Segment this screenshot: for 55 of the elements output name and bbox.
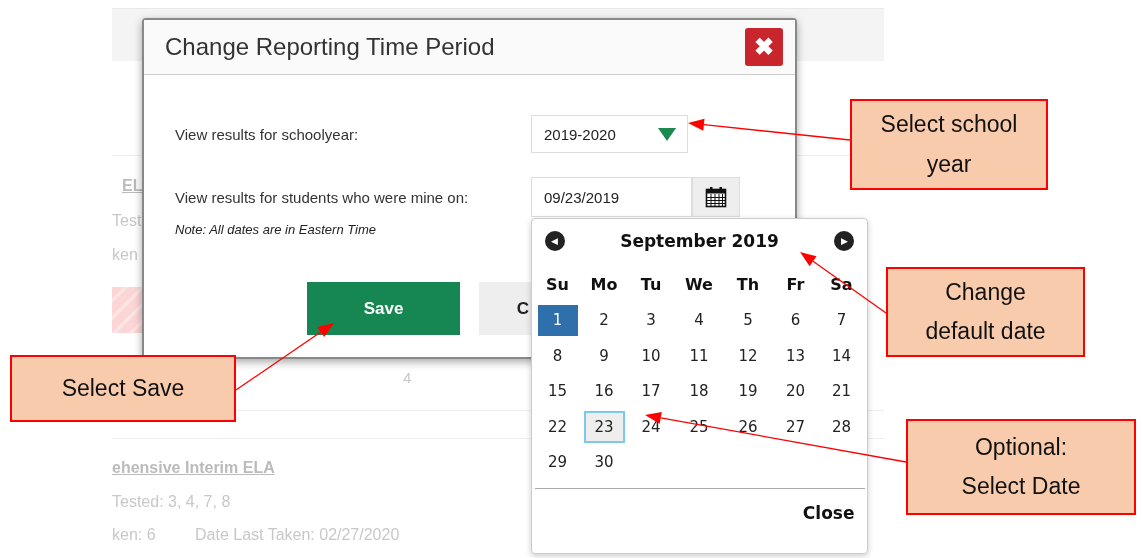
calendar-day[interactable]: 10	[630, 340, 672, 372]
weekday-label: Fr	[785, 274, 806, 297]
callout-text: Optional: Select Date	[960, 432, 1082, 501]
weekday-label: Su	[545, 274, 570, 297]
calendar-day[interactable]: 4	[677, 304, 721, 336]
dialog-title: Change Reporting Time Period	[165, 33, 495, 61]
save-button[interactable]: Save	[307, 282, 460, 335]
calendar-day[interactable]: 22	[537, 411, 578, 443]
calendar-day[interactable]: 5	[726, 304, 770, 336]
calendar-day[interactable]: 1	[537, 304, 578, 336]
dropdown-arrow-icon	[658, 127, 676, 141]
callout-text: Change default date	[924, 277, 1047, 346]
calendar-day[interactable]: 21	[821, 375, 862, 407]
calendar-day[interactable]: 15	[537, 375, 578, 407]
calendar-day[interactable]: 27	[775, 411, 816, 443]
calendar-day[interactable]: 11	[677, 340, 721, 372]
field-label: View results for students who were mine on:	[175, 188, 470, 206]
calendar-day[interactable]: 2	[583, 304, 625, 336]
calendar-day[interactable]: 3	[630, 304, 672, 336]
calendar-day[interactable]: 19	[726, 375, 770, 407]
close-button[interactable]: Close	[802, 503, 855, 523]
calendar-day[interactable]: 17	[630, 375, 672, 407]
weekday-label: Sa	[829, 274, 854, 297]
calendar-day[interactable]: 9	[583, 340, 625, 372]
calendar-day[interactable]: 23	[583, 411, 625, 443]
weekday-label: Mo	[589, 274, 619, 297]
calendar-button[interactable]	[692, 177, 740, 217]
callout-text: Select school year	[879, 110, 1019, 179]
next-month-button[interactable]: ▶	[834, 231, 855, 251]
date-input-field[interactable]: 09/23/2019	[531, 177, 692, 217]
schoolyear-dropdown[interactable]: 2019-2020	[531, 115, 688, 153]
calendar-day[interactable]: 16	[583, 375, 625, 407]
weekday-label: We	[684, 274, 714, 297]
weekday-label: Tu	[639, 274, 663, 297]
callout-text: Select Save	[61, 373, 185, 403]
calendar-day[interactable]: 13	[775, 340, 816, 372]
calendar-day[interactable]: 26	[726, 411, 770, 443]
field-label: View results for schoolyear:	[175, 125, 360, 143]
calendar-day[interactable]: 18	[677, 375, 721, 407]
calendar-day[interactable]: 20	[775, 375, 816, 407]
calendar-day[interactable]: 7	[821, 304, 862, 336]
calendar-day[interactable]: 6	[775, 304, 816, 336]
weekday-label: Th	[735, 274, 761, 297]
cancel-button[interactable]: C	[479, 282, 531, 335]
previous-month-button[interactable]: ◀	[544, 231, 565, 251]
calendar-day[interactable]: 30	[583, 446, 625, 478]
close-button[interactable]: ✖	[745, 28, 783, 66]
note-text: Note: All dates are in Eastern Time	[175, 222, 377, 237]
calendar-day[interactable]: 29	[537, 446, 578, 478]
month-title[interactable]: September 2019	[620, 231, 779, 251]
calendar-day[interactable]: 14	[821, 340, 862, 372]
calendar-day[interactable]: 12	[726, 340, 770, 372]
calendar-day[interactable]: 8	[537, 340, 578, 372]
calendar-day[interactable]: 28	[821, 411, 862, 443]
calendar-icon	[705, 186, 727, 208]
